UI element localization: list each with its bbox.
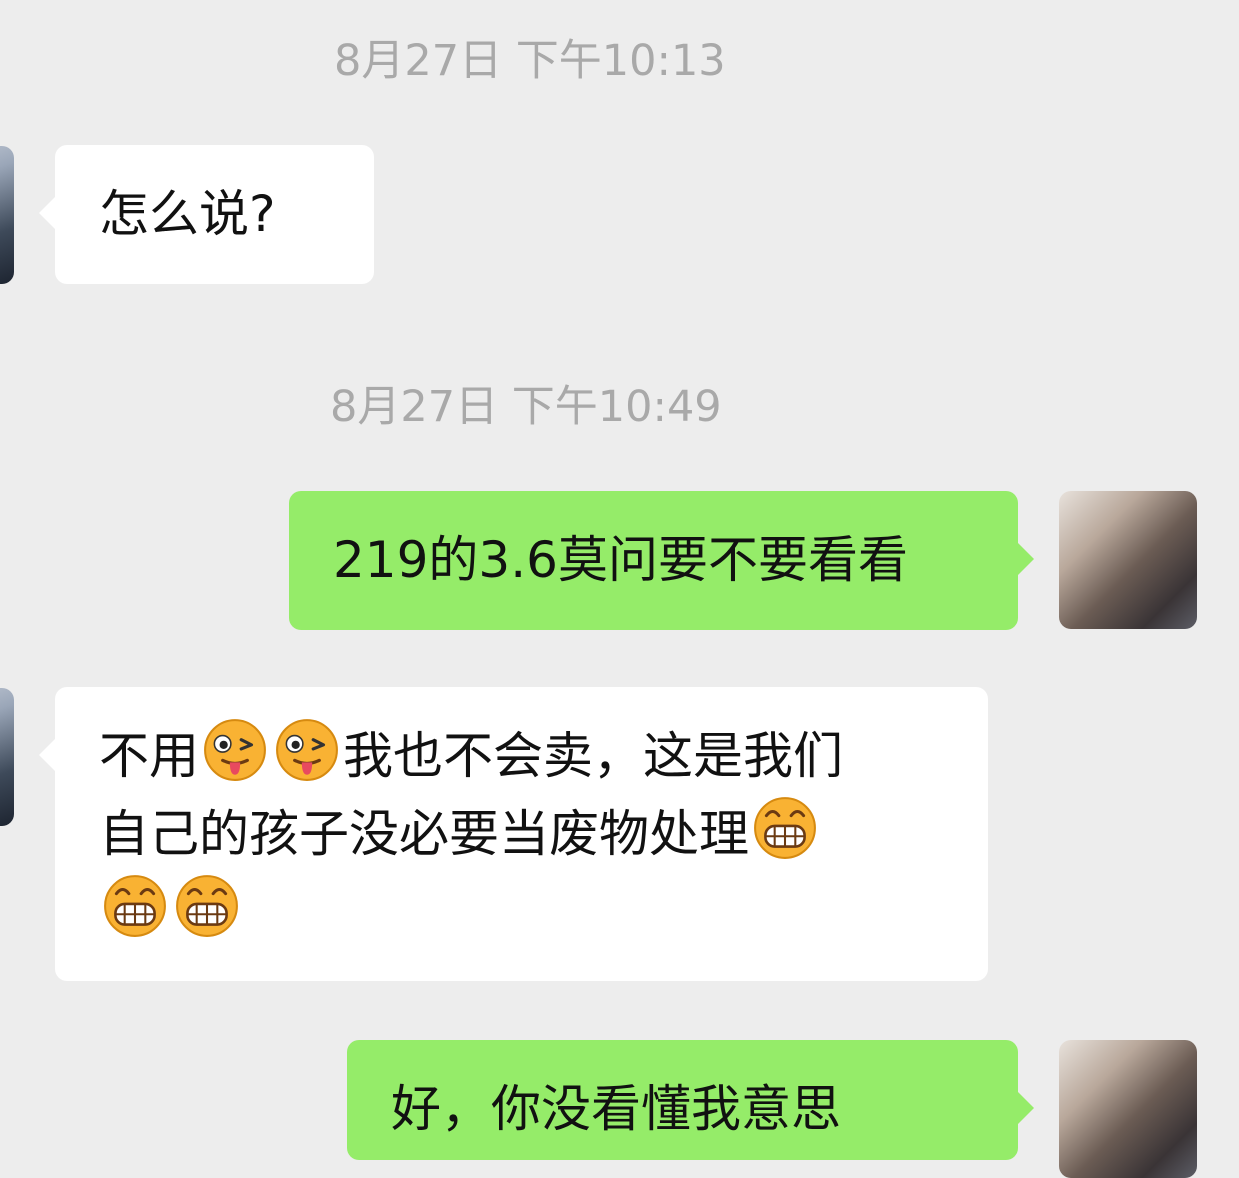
- message-line: 不用 我也不会卖，这是我们: [99, 717, 944, 795]
- outgoing-message-bubble[interactable]: 好，你没看懂我意思: [347, 1040, 1034, 1160]
- grinning-face-icon: [104, 875, 166, 937]
- my-avatar[interactable]: [1059, 491, 1197, 629]
- contact-avatar[interactable]: [0, 146, 14, 284]
- message-text: 219的3.6莫问要不要看看: [333, 531, 908, 589]
- message-text: 自己的孩子没必要当废物处理: [99, 805, 749, 863]
- message-text: 我也不会卖，这是我们: [343, 727, 843, 785]
- message-line: 自己的孩子没必要当废物处理: [99, 795, 944, 873]
- incoming-message-bubble[interactable]: 不用 我也不会卖，这是我们 自己的孩子没必要当废物处理: [39, 687, 988, 981]
- contact-avatar[interactable]: [0, 688, 14, 826]
- my-avatar[interactable]: [1059, 1040, 1197, 1178]
- timestamp: 8月27日 下午10:49: [330, 382, 722, 432]
- incoming-message-bubble[interactable]: 怎么说?: [39, 145, 374, 284]
- timestamp: 8月27日 下午10:13: [334, 36, 726, 86]
- message-text: 不用: [99, 727, 199, 785]
- outgoing-message-bubble[interactable]: 219的3.6莫问要不要看看: [289, 491, 1034, 630]
- winking-tongue-face-icon: [276, 719, 338, 781]
- grinning-face-icon: [754, 797, 816, 859]
- message-text: 怎么说?: [99, 185, 276, 243]
- grinning-face-icon: [176, 875, 238, 937]
- message-text: 好，你没看懂我意思: [391, 1080, 841, 1138]
- winking-tongue-face-icon: [204, 719, 266, 781]
- message-line: [99, 873, 944, 951]
